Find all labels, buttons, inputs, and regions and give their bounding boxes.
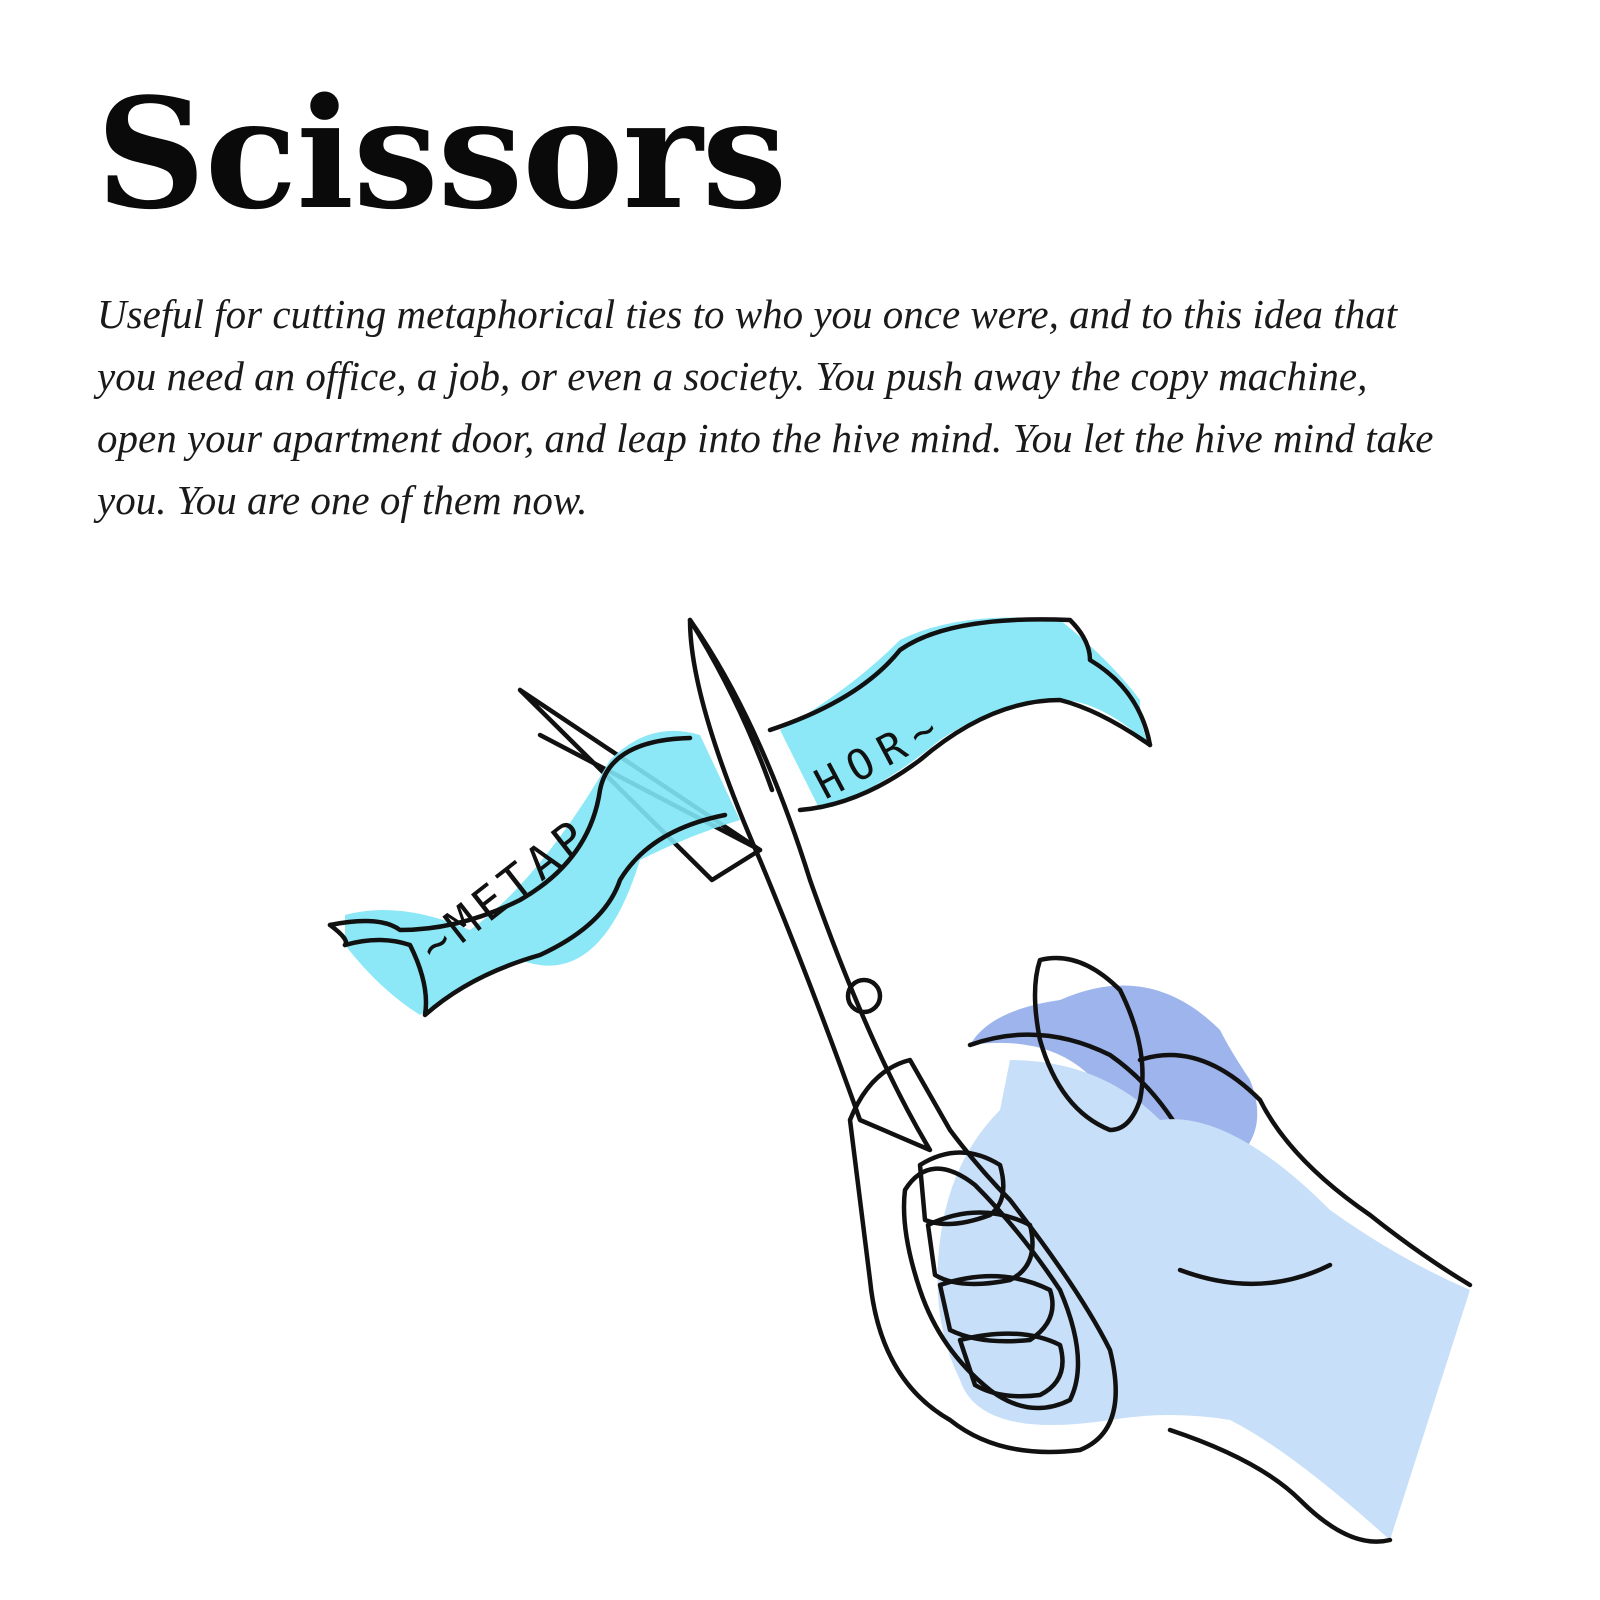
description-text: Useful for cutting metaphorical ties to …	[97, 291, 1434, 523]
page-title: Scissors	[96, 64, 787, 243]
hand-fill	[937, 1060, 1470, 1540]
scissors-illustration: ~METAP HOR~	[327, 617, 1473, 1544]
